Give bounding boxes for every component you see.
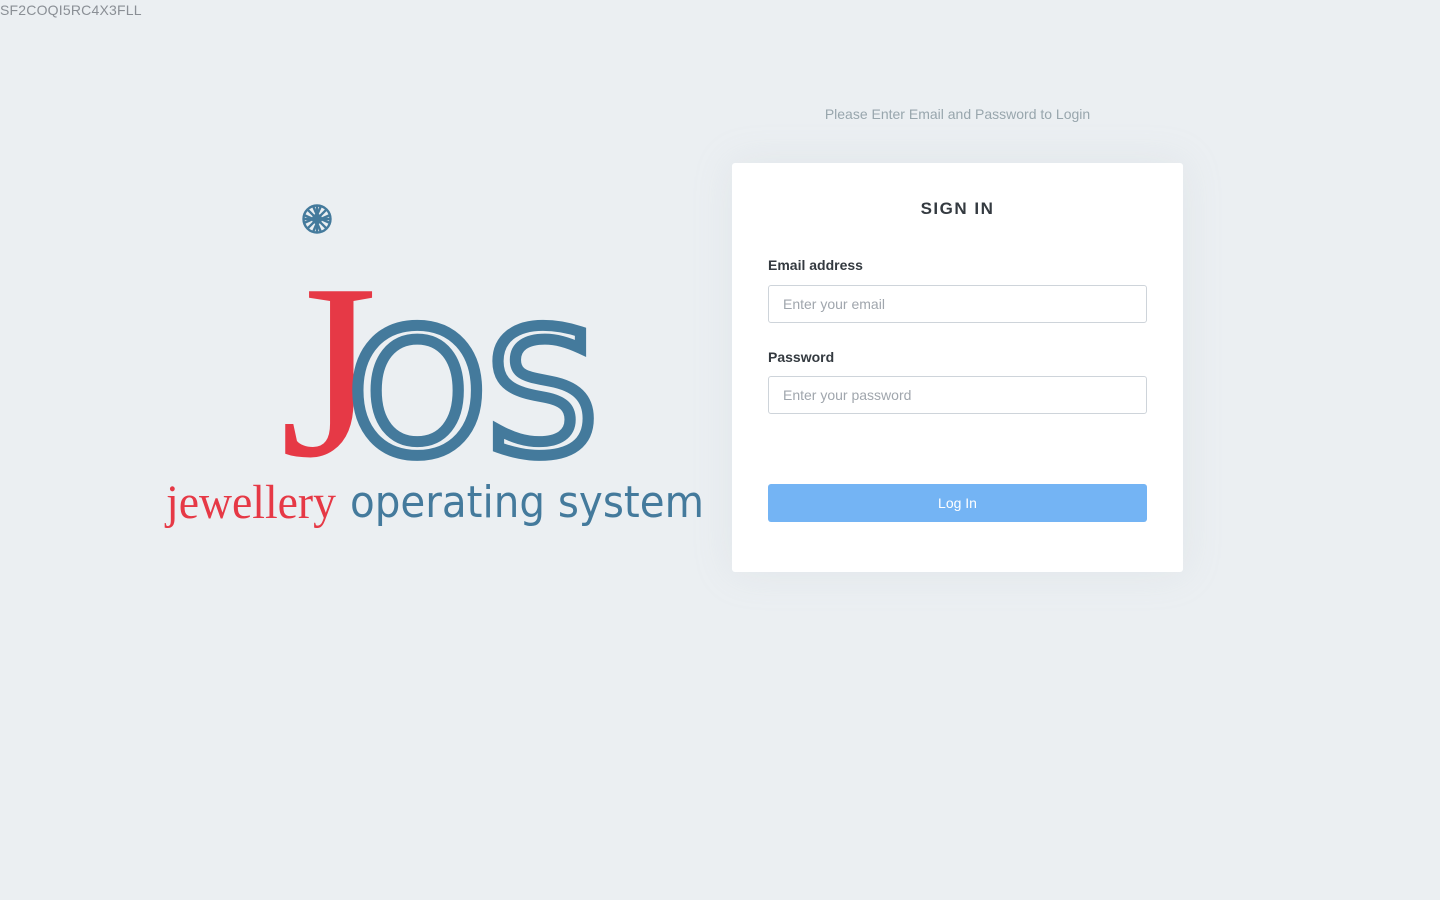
email-field[interactable]: [768, 285, 1147, 323]
login-button[interactable]: Log In: [768, 484, 1147, 522]
page-code: SF2COQI5RC4X3FLL: [0, 2, 142, 18]
sign-in-title: SIGN IN: [920, 199, 995, 218]
login-card: SIGN IN Email address Password Log In: [732, 163, 1183, 572]
brand-logo: J OS jewellery operating system: [160, 195, 720, 545]
login-prompt: Please Enter Email and Password to Login: [824, 106, 1091, 122]
email-label: Email address: [768, 257, 863, 273]
password-field[interactable]: [768, 376, 1147, 414]
password-label: Password: [768, 349, 835, 365]
jewel-icon: [302, 204, 332, 234]
tagline-operating-system: operating system: [350, 477, 704, 528]
tagline-jewellery: jewellery: [164, 476, 336, 529]
wordmark-os: OS: [348, 293, 598, 494]
